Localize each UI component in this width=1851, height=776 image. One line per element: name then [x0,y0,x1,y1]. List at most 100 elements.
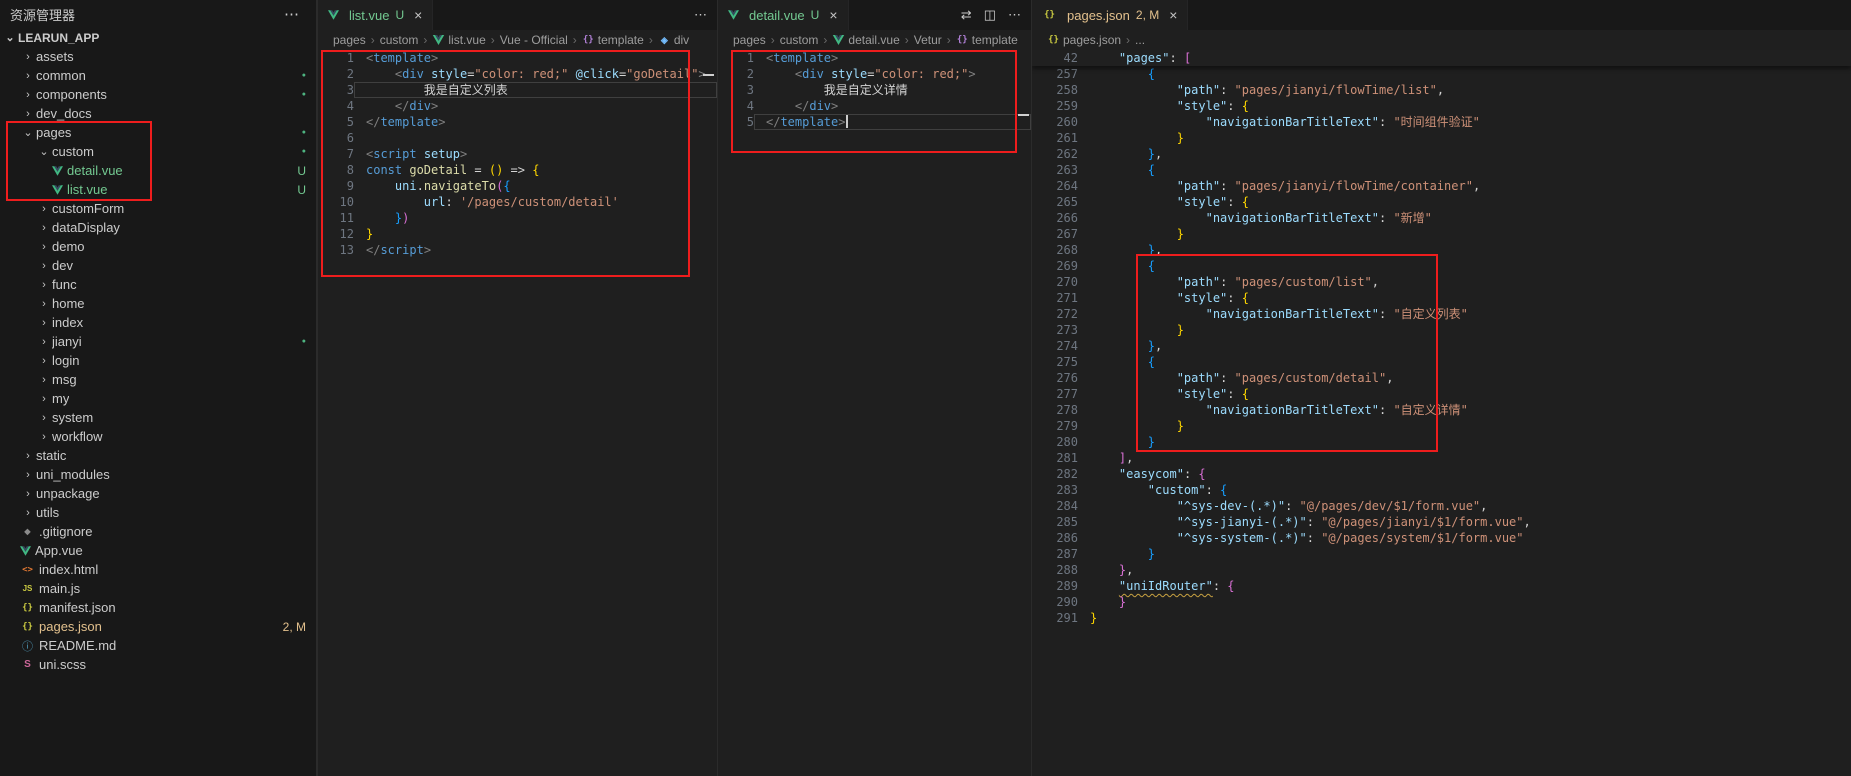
tree-root-folder[interactable]: ⌄ LEARUN_APP [0,28,316,47]
tree-file-main.js[interactable]: JSmain.js [0,579,316,598]
tree-file-list.vue[interactable]: list.vueU [0,180,316,199]
close-icon[interactable]: × [829,7,837,23]
tree-folder-components[interactable]: ›components● [0,85,316,104]
tree-folder-utils[interactable]: ›utils [0,503,316,522]
code-line-260[interactable]: 260 "navigationBarTitleText": "时间组件验证" [1032,114,1851,130]
breadcrumb-item-list-vue[interactable]: list.vue [432,33,485,47]
sticky-scroll-line[interactable]: 42 "pages": [ [1032,50,1851,66]
code-editor-pages-json[interactable]: 42 "pages": [257 {258 "path": "pages/jia… [1032,50,1851,776]
tree-file-README.md[interactable]: ⓘREADME.md [0,636,316,655]
more-actions-icon[interactable]: ⋯ [694,7,707,23]
code-line-5[interactable]: 5</template> [318,114,717,130]
tree-folder-my[interactable]: ›my [0,389,316,408]
tree-folder-dev_docs[interactable]: ›dev_docs [0,104,316,123]
code-line-1[interactable]: 1<template> [318,50,717,66]
close-icon[interactable]: × [1169,7,1177,23]
code-line-12[interactable]: 12} [318,226,717,242]
tree-file-detail.vue[interactable]: detail.vueU [0,161,316,180]
close-icon[interactable]: × [414,7,422,23]
breadcrumb-item-custom[interactable]: custom [380,33,419,47]
code-editor-detail-vue[interactable]: 1<template>2 <div style="color: red;">3 … [718,50,1031,776]
breadcrumb-item-template[interactable]: {}template [582,33,644,47]
code-line-277[interactable]: 277 "style": { [1032,386,1851,402]
tree-folder-login[interactable]: ›login [0,351,316,370]
code-line-11[interactable]: 11 }) [318,210,717,226]
tree-folder-dev[interactable]: ›dev [0,256,316,275]
code-line-4[interactable]: 4 </div> [718,98,1031,114]
code-line-287[interactable]: 287 } [1032,546,1851,562]
code-line-266[interactable]: 266 "navigationBarTitleText": "新增" [1032,210,1851,226]
code-line-289[interactable]: 289 "uniIdRouter": { [1032,578,1851,594]
tree-folder-uni_modules[interactable]: ›uni_modules [0,465,316,484]
tree-folder-workflow[interactable]: ›workflow [0,427,316,446]
code-line-13[interactable]: 13</script> [318,242,717,258]
code-line-290[interactable]: 290 } [1032,594,1851,610]
breadcrumb-item-template[interactable]: {}template [956,33,1018,47]
code-line-3[interactable]: 3 我是自定义列表 [318,82,717,98]
code-line-283[interactable]: 283 "custom": { [1032,482,1851,498]
code-line-3[interactable]: 3 我是自定义详情 [718,82,1031,98]
code-line-275[interactable]: 275 { [1032,354,1851,370]
tree-folder-common[interactable]: ›common● [0,66,316,85]
code-line-263[interactable]: 263 { [1032,162,1851,178]
breadcrumb-item-custom[interactable]: custom [780,33,819,47]
code-line-267[interactable]: 267 } [1032,226,1851,242]
code-line-2[interactable]: 2 <div style="color: red;" @click="goDet… [318,66,717,82]
tree-file-.gitignore[interactable]: ◆.gitignore [0,522,316,541]
tree-folder-assets[interactable]: ›assets [0,47,316,66]
code-line-268[interactable]: 268 }, [1032,242,1851,258]
tree-folder-index[interactable]: ›index [0,313,316,332]
tree-file-manifest.json[interactable]: {}manifest.json [0,598,316,617]
tree-folder-unpackage[interactable]: ›unpackage [0,484,316,503]
code-line-259[interactable]: 259 "style": { [1032,98,1851,114]
code-line-276[interactable]: 276 "path": "pages/custom/detail", [1032,370,1851,386]
code-line-258[interactable]: 258 "path": "pages/jianyi/flowTime/list"… [1032,82,1851,98]
tree-folder-func[interactable]: ›func [0,275,316,294]
tree-folder-jianyi[interactable]: ›jianyi● [0,332,316,351]
tree-folder-pages[interactable]: ⌄pages● [0,123,316,142]
tab-list.vue[interactable]: list.vueU× [318,0,433,30]
split-editor-icon[interactable]: ◫ [984,7,996,23]
code-line-281[interactable]: 281 ], [1032,450,1851,466]
breadcrumb-item-detail-vue[interactable]: detail.vue [832,33,899,47]
code-line-269[interactable]: 269 { [1032,258,1851,274]
tree-folder-home[interactable]: ›home [0,294,316,313]
code-line-270[interactable]: 270 "path": "pages/custom/list", [1032,274,1851,290]
tab-pages.json[interactable]: {}pages.json2, M× [1032,0,1188,30]
code-line-2[interactable]: 2 <div style="color: red;"> [718,66,1031,82]
tab-detail.vue[interactable]: detail.vueU× [718,0,849,30]
more-actions-icon[interactable]: ⋯ [1008,7,1021,23]
tree-folder-dataDisplay[interactable]: ›dataDisplay [0,218,316,237]
tree-folder-static[interactable]: ›static [0,446,316,465]
code-line-272[interactable]: 272 "navigationBarTitleText": "自定义列表" [1032,306,1851,322]
code-line-265[interactable]: 265 "style": { [1032,194,1851,210]
code-line-282[interactable]: 282 "easycom": { [1032,466,1851,482]
code-line-278[interactable]: 278 "navigationBarTitleText": "自定义详情" [1032,402,1851,418]
open-changes-icon[interactable]: ⇄ [961,7,972,23]
code-line-7[interactable]: 7<script setup> [318,146,717,162]
code-line-5[interactable]: 5</template> [718,114,1031,130]
code-line-4[interactable]: 4 </div> [318,98,717,114]
breadcrumb-item-div[interactable]: ◈div [658,33,689,47]
code-line-279[interactable]: 279 } [1032,418,1851,434]
code-line-261[interactable]: 261 } [1032,130,1851,146]
tree-folder-system[interactable]: ›system [0,408,316,427]
tree-file-pages.json[interactable]: {}pages.json2, M [0,617,316,636]
tree-file-App.vue[interactable]: App.vue [0,541,316,560]
code-line-1[interactable]: 1<template> [718,50,1031,66]
breadcrumb-item-pages[interactable]: pages [333,33,366,47]
breadcrumb-item-pages[interactable]: pages [733,33,766,47]
code-line-10[interactable]: 10 url: '/pages/custom/detail' [318,194,717,210]
breadcrumb-item-pages-json[interactable]: {}pages.json [1047,33,1121,47]
more-actions-icon[interactable]: ⋯ [284,5,300,23]
code-line-9[interactable]: 9 uni.navigateTo({ [318,178,717,194]
code-line-291[interactable]: 291} [1032,610,1851,626]
code-line-6[interactable]: 6 [318,130,717,146]
code-line-8[interactable]: 8const goDetail = () => { [318,162,717,178]
code-line-262[interactable]: 262 }, [1032,146,1851,162]
code-line-280[interactable]: 280 } [1032,434,1851,450]
code-line-273[interactable]: 273 } [1032,322,1851,338]
code-line-271[interactable]: 271 "style": { [1032,290,1851,306]
tree-folder-custom[interactable]: ⌄custom● [0,142,316,161]
tree-file-uni.scss[interactable]: Suni.scss [0,655,316,674]
